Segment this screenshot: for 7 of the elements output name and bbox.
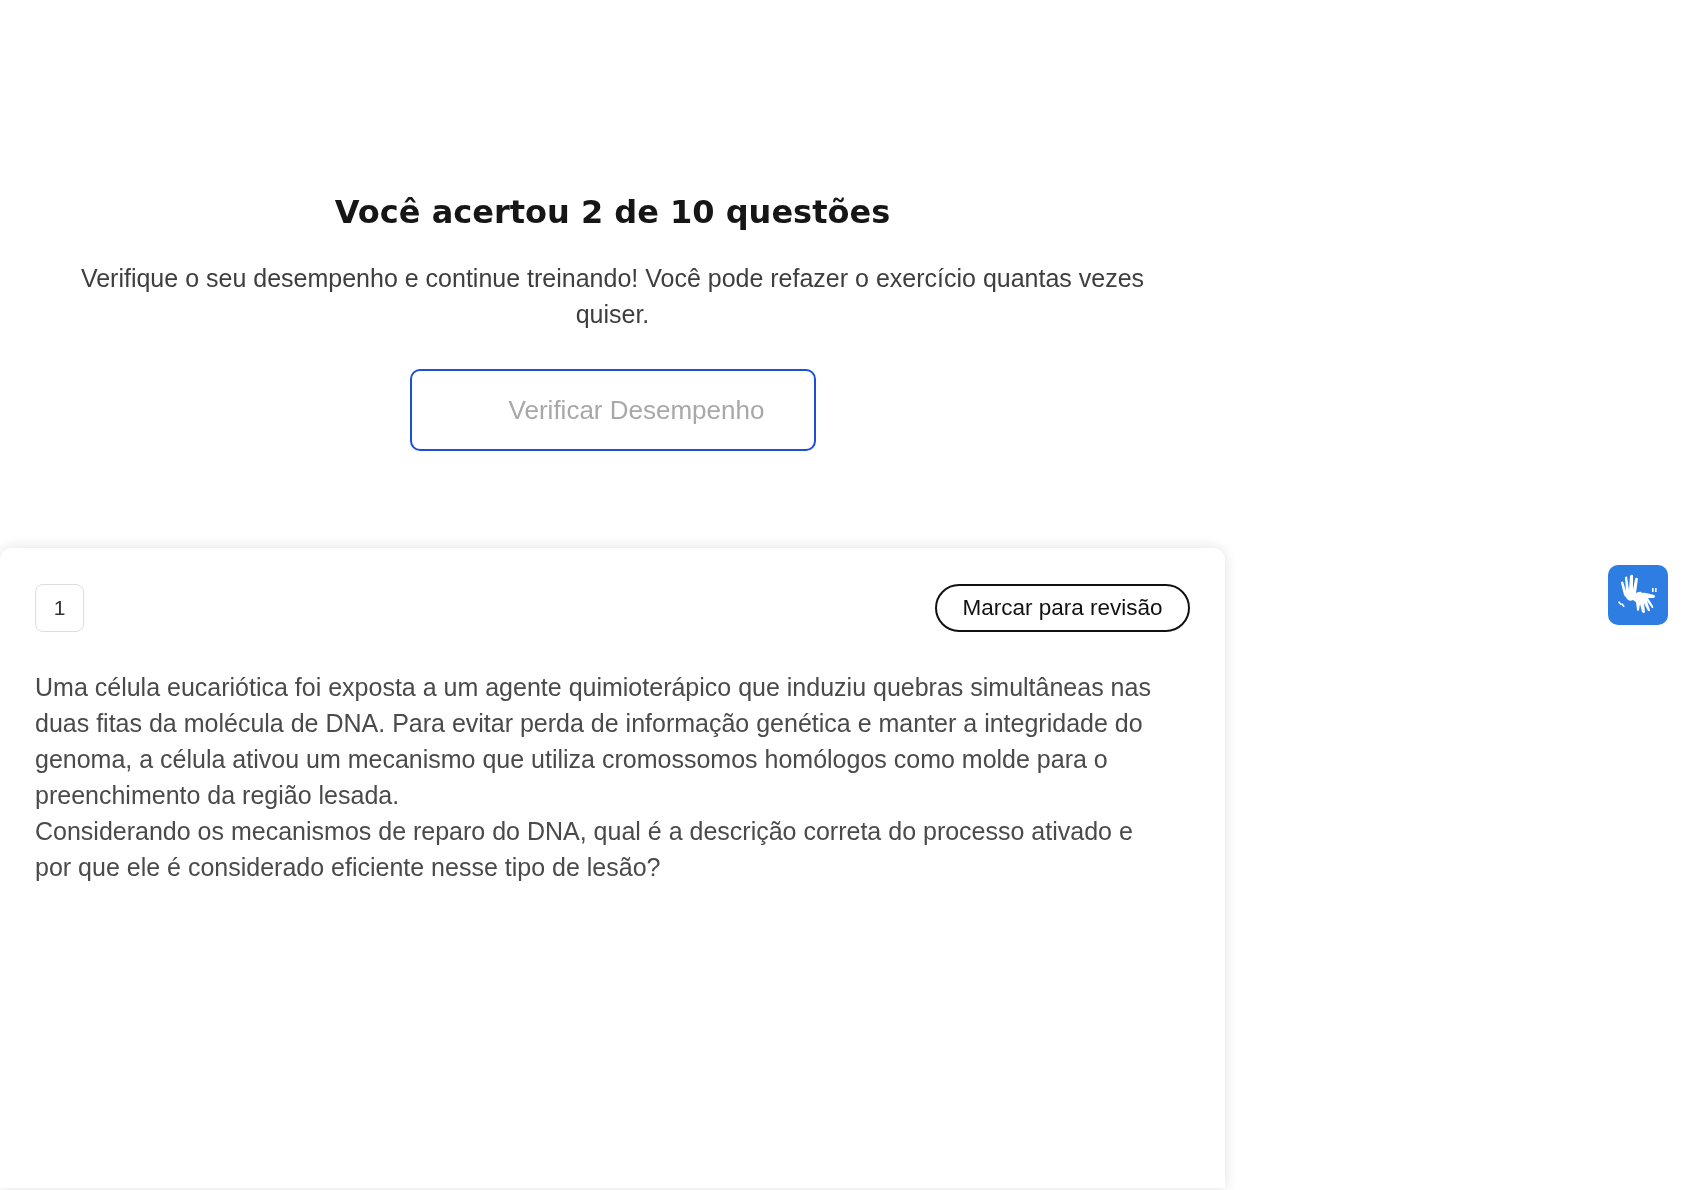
mark-for-review-button[interactable]: Marcar para revisão xyxy=(935,584,1190,632)
question-number: 1 xyxy=(35,584,84,632)
question-text: Uma célula eucariótica foi exposta a um agente quimioterápico que induziu quebras simultâneas nas duas fitas da molécula de DNA. Para evitar perda de informação genética e manter a integridade do genoma, a célula ativou um mecanismo que utiliza cromossomos homólogos como molde para o preenchimento da região lesada. xyxy=(35,672,1152,811)
question-text: Considerando os mecanismos de reparo do DNA, qual é a descrição correta do processo ativado e por que ele é considerado eficiente nesse tipo de lesão? xyxy=(35,816,1134,883)
result-message: Verifique o seu desempenho e continue treinando! Você pode refazer o exercício quantas vezes quiser. xyxy=(79,263,1146,330)
hands-icon[interactable] xyxy=(1608,565,1668,625)
result-title: Você acertou 2 de 10 questões xyxy=(334,192,891,233)
